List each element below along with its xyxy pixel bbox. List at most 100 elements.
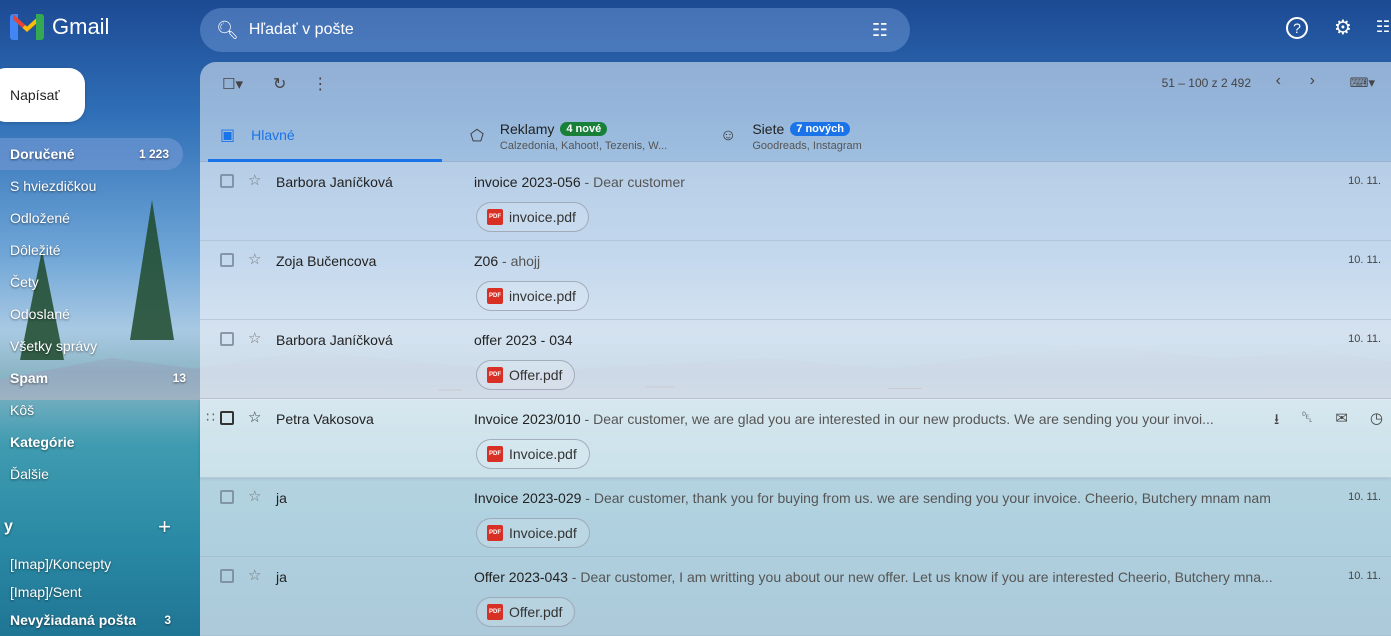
- attachment-name: Invoice.pdf: [509, 446, 577, 462]
- input-tools-icon[interactable]: ⌨▾: [1350, 75, 1375, 91]
- sidebar-item-categories[interactable]: Kategórie: [0, 426, 200, 458]
- tab-social[interactable]: ☺ Siete 7 nových Goodreads, Instagram: [720, 110, 862, 162]
- sidebar-nav: Doručené 1 223 S hviezdičkou Odložené Dô…: [0, 138, 200, 490]
- compose-label: Napísať: [10, 87, 60, 103]
- email-row[interactable]: ∷ ☆ Petra Vakosova Invoice 2023/010 - De…: [200, 399, 1391, 478]
- star-icon[interactable]: ☆: [248, 250, 261, 268]
- email-row[interactable]: ☆ Zoja Bučencova Z06 - ahojj 10. 11. PDF…: [200, 241, 1391, 320]
- sidebar-item-more[interactable]: Ďalšie: [0, 458, 200, 490]
- sidebar-item-label: Doručené: [10, 146, 75, 162]
- refresh-icon[interactable]: ↻: [273, 74, 286, 94]
- pdf-icon: PDF: [487, 604, 503, 620]
- tab-promotions[interactable]: ⬠ Reklamy 4 nové Calzedonia, Kahoot!, Te…: [470, 110, 667, 162]
- star-icon[interactable]: ☆: [248, 171, 261, 189]
- star-icon[interactable]: ☆: [248, 566, 261, 584]
- sidebar-item-inbox[interactable]: Doručené 1 223: [0, 138, 183, 170]
- row-checkbox[interactable]: [220, 569, 234, 583]
- email-subject-line: Invoice 2023-029 - Dear customer, thank …: [474, 490, 1304, 506]
- help-icon[interactable]: ?: [1286, 17, 1308, 39]
- attachment-name: invoice.pdf: [509, 209, 576, 225]
- star-icon[interactable]: ☆: [248, 487, 261, 505]
- email-subject-line: Z06 - ahojj: [474, 253, 1224, 269]
- people-icon: ☺: [720, 127, 737, 144]
- mark-unread-icon[interactable]: ✉: [1335, 409, 1348, 434]
- email-subject: Invoice 2023/010: [474, 411, 581, 427]
- email-date: 10. 11.: [1348, 570, 1381, 582]
- email-subject-line: Invoice 2023/010 - Dear customer, we are…: [474, 411, 1214, 427]
- email-subject-line: offer 2023 - 034: [474, 332, 1224, 348]
- attachment-chip[interactable]: PDF Offer.pdf: [476, 360, 576, 390]
- email-sender: Barbora Janíčková: [276, 332, 393, 348]
- sidebar-item-label: Ďalšie: [10, 466, 49, 482]
- attachment-chip[interactable]: PDF Offer.pdf: [476, 597, 576, 627]
- sidebar-item-label-sent[interactable]: [Imap]/Sent: [0, 578, 200, 606]
- next-page-icon[interactable]: ›: [1310, 72, 1315, 90]
- apps-grid-icon[interactable]: ☷: [1370, 15, 1391, 41]
- compose-button[interactable]: Napísať: [0, 68, 85, 122]
- category-tabs: ▣ Hlavné ⬠ Reklamy 4 nové Calzedonia, Ka…: [200, 110, 1391, 162]
- email-subject: offer 2023 - 034: [474, 332, 573, 348]
- search-input[interactable]: Hľadať v pošte: [249, 21, 872, 39]
- add-label-icon[interactable]: +: [158, 514, 171, 540]
- search-bar[interactable]: 🔍︎ Hľadať v pošte ☷: [200, 8, 910, 52]
- archive-icon[interactable]: ⭳: [1274, 409, 1279, 434]
- row-actions: ⭳ ␡ ✉ ◷: [1274, 409, 1383, 434]
- tab-label: Hlavné: [251, 126, 295, 143]
- sidebar-item-starred[interactable]: S hviezdičkou: [0, 170, 200, 202]
- email-row[interactable]: ☆ ja Invoice 2023-029 - Dear customer, t…: [200, 478, 1391, 557]
- select-all-checkbox[interactable]: ☐▾: [222, 75, 243, 93]
- sidebar-item-label-junk[interactable]: Nevyžiadaná pošta 3: [0, 606, 185, 634]
- sidebar-item-trash[interactable]: Kôš: [0, 394, 200, 426]
- attachment-chip[interactable]: PDF invoice.pdf: [476, 202, 589, 232]
- email-subject: invoice 2023-056: [474, 174, 581, 190]
- sidebar-item-label: Nevyžiadaná pošta: [10, 612, 137, 628]
- email-snippet: - ahojj: [498, 253, 541, 269]
- star-icon[interactable]: ☆: [248, 408, 261, 426]
- email-sender: Petra Vakosova: [276, 411, 374, 427]
- delete-icon[interactable]: ␡: [1301, 409, 1313, 434]
- attachment-chip[interactable]: PDF Invoice.pdf: [476, 518, 590, 548]
- labels-heading: y +: [0, 512, 185, 542]
- tab-primary[interactable]: ▣ Hlavné: [208, 110, 442, 162]
- more-options-icon[interactable]: ⋮: [312, 74, 328, 94]
- mail-toolbar: ☐▾ ↻ ⋮ 51 – 100 z 2 492 ‹ › ⌨▾: [200, 62, 1391, 106]
- email-snippet: - Dear customer: [580, 174, 685, 190]
- row-checkbox[interactable]: [220, 411, 234, 425]
- row-checkbox[interactable]: [220, 332, 234, 346]
- pagination-text: 51 – 100 z 2 492: [1161, 76, 1251, 90]
- email-row[interactable]: ☆ Barbora Janíčková offer 2023 - 034 10.…: [200, 320, 1391, 399]
- snooze-icon[interactable]: ◷: [1370, 409, 1383, 434]
- top-bar: Gmail 🔍︎ Hľadať v pošte ☷ ? ⚙ ☷: [0, 0, 1391, 60]
- sidebar-item-spam[interactable]: Spam 13: [0, 362, 200, 394]
- star-icon[interactable]: ☆: [248, 329, 261, 347]
- row-checkbox[interactable]: [220, 253, 234, 267]
- email-row[interactable]: ☆ ja Offer 2023-043 - Dear customer, I a…: [200, 557, 1391, 636]
- prev-page-icon[interactable]: ‹: [1276, 72, 1281, 90]
- gmail-logo[interactable]: Gmail: [10, 14, 109, 40]
- tag-icon: ⬠: [470, 128, 484, 145]
- drag-handle-icon[interactable]: ∷: [206, 409, 215, 426]
- row-checkbox[interactable]: [220, 174, 234, 188]
- inbox-icon: ▣: [220, 126, 236, 144]
- tab-senders: Goodreads, Instagram: [752, 139, 862, 152]
- email-date: 10. 11.: [1348, 175, 1381, 187]
- search-icon[interactable]: 🔍︎: [216, 20, 239, 41]
- sidebar-item-all-mail[interactable]: Všetky správy: [0, 330, 200, 362]
- attachment-chip[interactable]: PDF invoice.pdf: [476, 281, 589, 311]
- sidebar-item-label: Kategórie: [10, 434, 75, 450]
- email-sender: Barbora Janíčková: [276, 174, 393, 190]
- sidebar-item-label: [Imap]/Koncepty: [10, 556, 112, 572]
- row-checkbox[interactable]: [220, 490, 234, 504]
- email-row[interactable]: ☆ Barbora Janíčková invoice 2023-056 - D…: [200, 162, 1391, 241]
- settings-icon[interactable]: ⚙: [1330, 15, 1356, 41]
- sidebar-item-label: Čety: [10, 274, 39, 290]
- search-options-icon[interactable]: ☷: [872, 20, 888, 41]
- attachment-chip[interactable]: PDF Invoice.pdf: [476, 439, 590, 469]
- attachment-name: invoice.pdf: [509, 288, 576, 304]
- sidebar-item-chats[interactable]: Čety: [0, 266, 200, 298]
- sidebar-item-sent[interactable]: Odoslané: [0, 298, 200, 330]
- pdf-icon: PDF: [487, 525, 503, 541]
- sidebar-item-label-drafts[interactable]: [Imap]/Koncepty: [0, 550, 200, 578]
- sidebar-item-important[interactable]: Dôležité: [0, 234, 200, 266]
- sidebar-item-snoozed[interactable]: Odložené: [0, 202, 200, 234]
